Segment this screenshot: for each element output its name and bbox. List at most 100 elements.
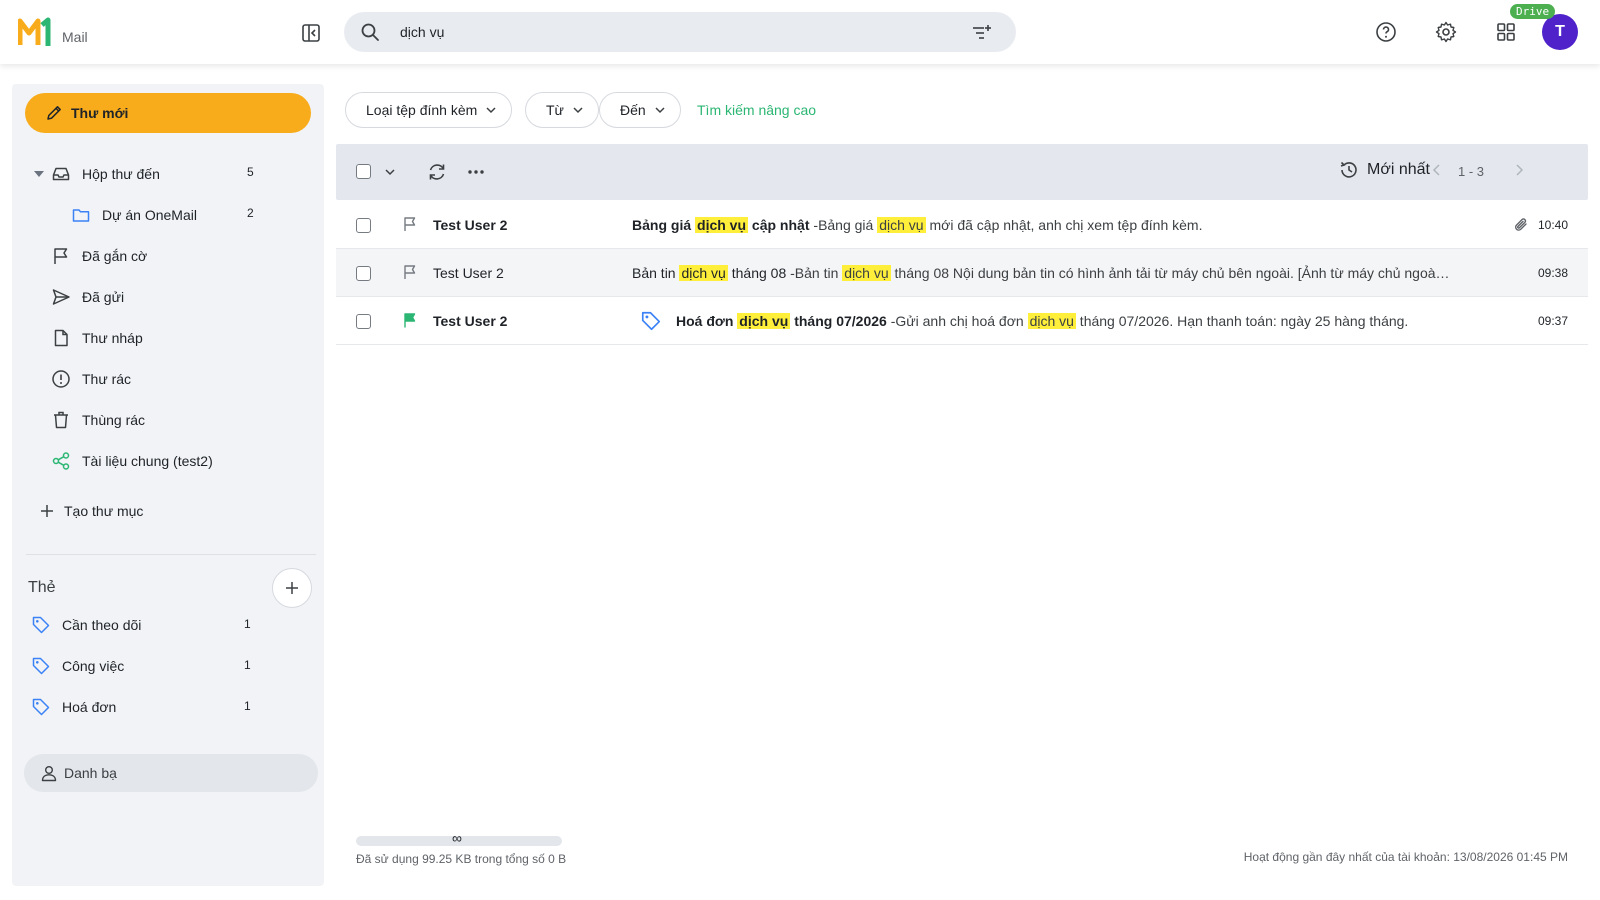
tag-icon [30,696,52,718]
pagination-range: 1 - 3 [1458,164,1485,179]
app-name: Mail [62,29,88,45]
flag-outline-icon[interactable] [402,216,418,232]
compose-button[interactable]: Thư mới [25,93,311,133]
sort-button[interactable]: Mới nhất [1339,160,1430,180]
previous-page-icon[interactable] [1430,163,1444,177]
top-bar: Mail Drive T [0,0,1600,64]
add-tag-button[interactable] [272,568,312,608]
advanced-search-link[interactable]: Tìm kiếm nâng cao [697,102,816,118]
email-snippet: Gửi anh chị hoá đơn dịch vụ tháng 07/202… [895,313,1408,329]
settings-gear-icon[interactable] [1434,20,1458,44]
email-preview: Hoá đơn dịch vụ tháng 07/2026 -Gửi anh c… [676,313,1456,329]
attachment-type-filter[interactable]: Loại tệp đính kèm [345,92,513,128]
email-row[interactable]: Test User 2 Hoá đơn dịch vụ tháng 07/202… [336,297,1588,345]
subject-text: cập nhật [748,217,810,233]
tag-count: 1 [244,658,251,672]
flag-outline-icon[interactable] [402,264,418,280]
draft-document-icon [50,327,72,349]
search-icon[interactable] [360,22,380,42]
next-page-icon[interactable] [1512,163,1526,177]
email-time: 10:40 [1537,218,1568,232]
to-filter[interactable]: Đến [599,92,681,128]
snippet-text: tháng 07/2026. Hạn thanh toán: ngày 25 h… [1075,313,1409,329]
tag-icon [641,311,661,331]
trash-icon [50,409,72,431]
spam-warning-icon [50,368,72,390]
sidebar: Thư mới Hộp thư đến 5 Dự án OneMail 2 Đã [12,84,324,886]
email-time: 09:38 [1537,266,1568,280]
plus-icon [286,582,298,594]
compose-label: Thư mới [71,105,129,121]
search-bar[interactable] [344,12,1016,52]
create-folder-button[interactable]: Tạo thư mục [36,493,143,529]
search-options-icon[interactable] [970,21,992,43]
sidebar-item-shared-documents[interactable]: Tài liệu chung (test2) [50,443,213,479]
select-all-checkbox[interactable] [356,164,371,179]
sidebar-item-project-folder[interactable]: Dự án OneMail [70,197,197,233]
storage-quota-text: Đã sử dụng 99.25 KB trong tổng số 0 B [356,852,567,866]
search-highlight: dịch vụ [842,265,891,281]
onemail-logo[interactable] [18,17,52,49]
snippet-text: tháng 08 Nội dung bản tin có hình ảnh tả… [894,265,1452,281]
help-icon[interactable] [1374,20,1398,44]
contacts-label: Danh bạ [64,765,117,781]
send-icon [50,286,72,308]
sidebar-item-label: Thư nháp [82,330,143,346]
tag-item-invoice[interactable]: Hoá đơn [30,689,116,725]
contacts-button[interactable]: Danh bạ [24,754,318,792]
email-snippet: Bản tin dịch vụ tháng 08 Nội dung bản ti… [795,265,1452,281]
person-icon [41,766,57,782]
sidebar-divider [26,554,316,555]
email-select-checkbox[interactable] [356,266,371,281]
subject-separator: - [786,265,795,281]
sidebar-toggle-icon[interactable] [300,22,322,44]
email-subject: Bản tin dịch vụ tháng 08 [632,265,786,281]
sidebar-item-sent[interactable]: Đã gửi [50,279,124,315]
search-highlight: dịch vụ [877,217,926,233]
subject-text: tháng 08 [727,265,787,281]
subject-text: Bảng giá [632,217,696,233]
email-row[interactable]: Test User 2 Bản tin dịch vụ tháng 08 -Bả… [336,249,1588,297]
email-subject: Bảng giá dịch vụ cập nhật [632,217,810,233]
last-activity-text[interactable]: Hoạt động gần đây nhất của tài khoản: 13… [1244,850,1568,864]
tag-label: Hoá đơn [62,699,117,715]
snippet-text: Bản tin [794,265,843,281]
sidebar-item-trash[interactable]: Thùng rác [50,402,145,438]
drive-badge[interactable]: Drive [1510,4,1556,19]
email-select-checkbox[interactable] [356,314,371,329]
sidebar-item-label: Dự án OneMail [102,207,197,223]
sidebar-item-label: Thùng rác [82,412,146,428]
tag-item-follow-up[interactable]: Cần theo dõi [30,607,141,643]
unread-count: 5 [247,165,254,179]
tag-label: Cần theo dõi [62,617,142,633]
expand-caret-icon[interactable] [34,171,44,177]
from-filter-label: Từ [546,102,564,118]
email-preview: Bản tin dịch vụ tháng 08 -Bản tin dịch v… [632,265,1452,281]
select-options-chevron-icon[interactable] [384,166,396,178]
email-row[interactable]: Test User 2 Bảng giá dịch vụ cập nhật -B… [336,201,1588,249]
inbox-icon [50,163,72,185]
email-select-checkbox[interactable] [356,218,371,233]
apps-grid-icon[interactable] [1494,20,1518,44]
search-input[interactable] [400,20,920,44]
snippet-text: mới đã cập nhật, anh chị xem tệp đính kè… [925,217,1203,233]
sort-label: Mới nhất [1367,161,1430,178]
refresh-icon[interactable] [426,161,448,183]
user-avatar[interactable]: T [1542,14,1578,50]
more-actions-icon[interactable] [466,162,486,182]
subject-separator: - [809,217,819,233]
subject-text: Hoá đơn [676,313,738,329]
search-highlight: dịch vụ [679,265,728,281]
email-time: 09:37 [1537,314,1568,328]
tag-item-work[interactable]: Công việc [30,648,124,684]
flag-filled-icon[interactable] [402,312,418,328]
sidebar-item-spam[interactable]: Thư rác [50,361,131,397]
sidebar-item-inbox[interactable]: Hộp thư đến [32,156,160,192]
storage-quota-symbol: ∞ [452,830,462,846]
from-filter[interactable]: Từ [525,92,599,128]
sidebar-item-label: Thư rác [82,371,132,387]
sidebar-item-flagged[interactable]: Đã gắn cờ [50,238,147,274]
email-sender: Test User 2 [433,313,508,329]
email-sender: Test User 2 [433,265,504,281]
sidebar-item-drafts[interactable]: Thư nháp [50,320,143,356]
